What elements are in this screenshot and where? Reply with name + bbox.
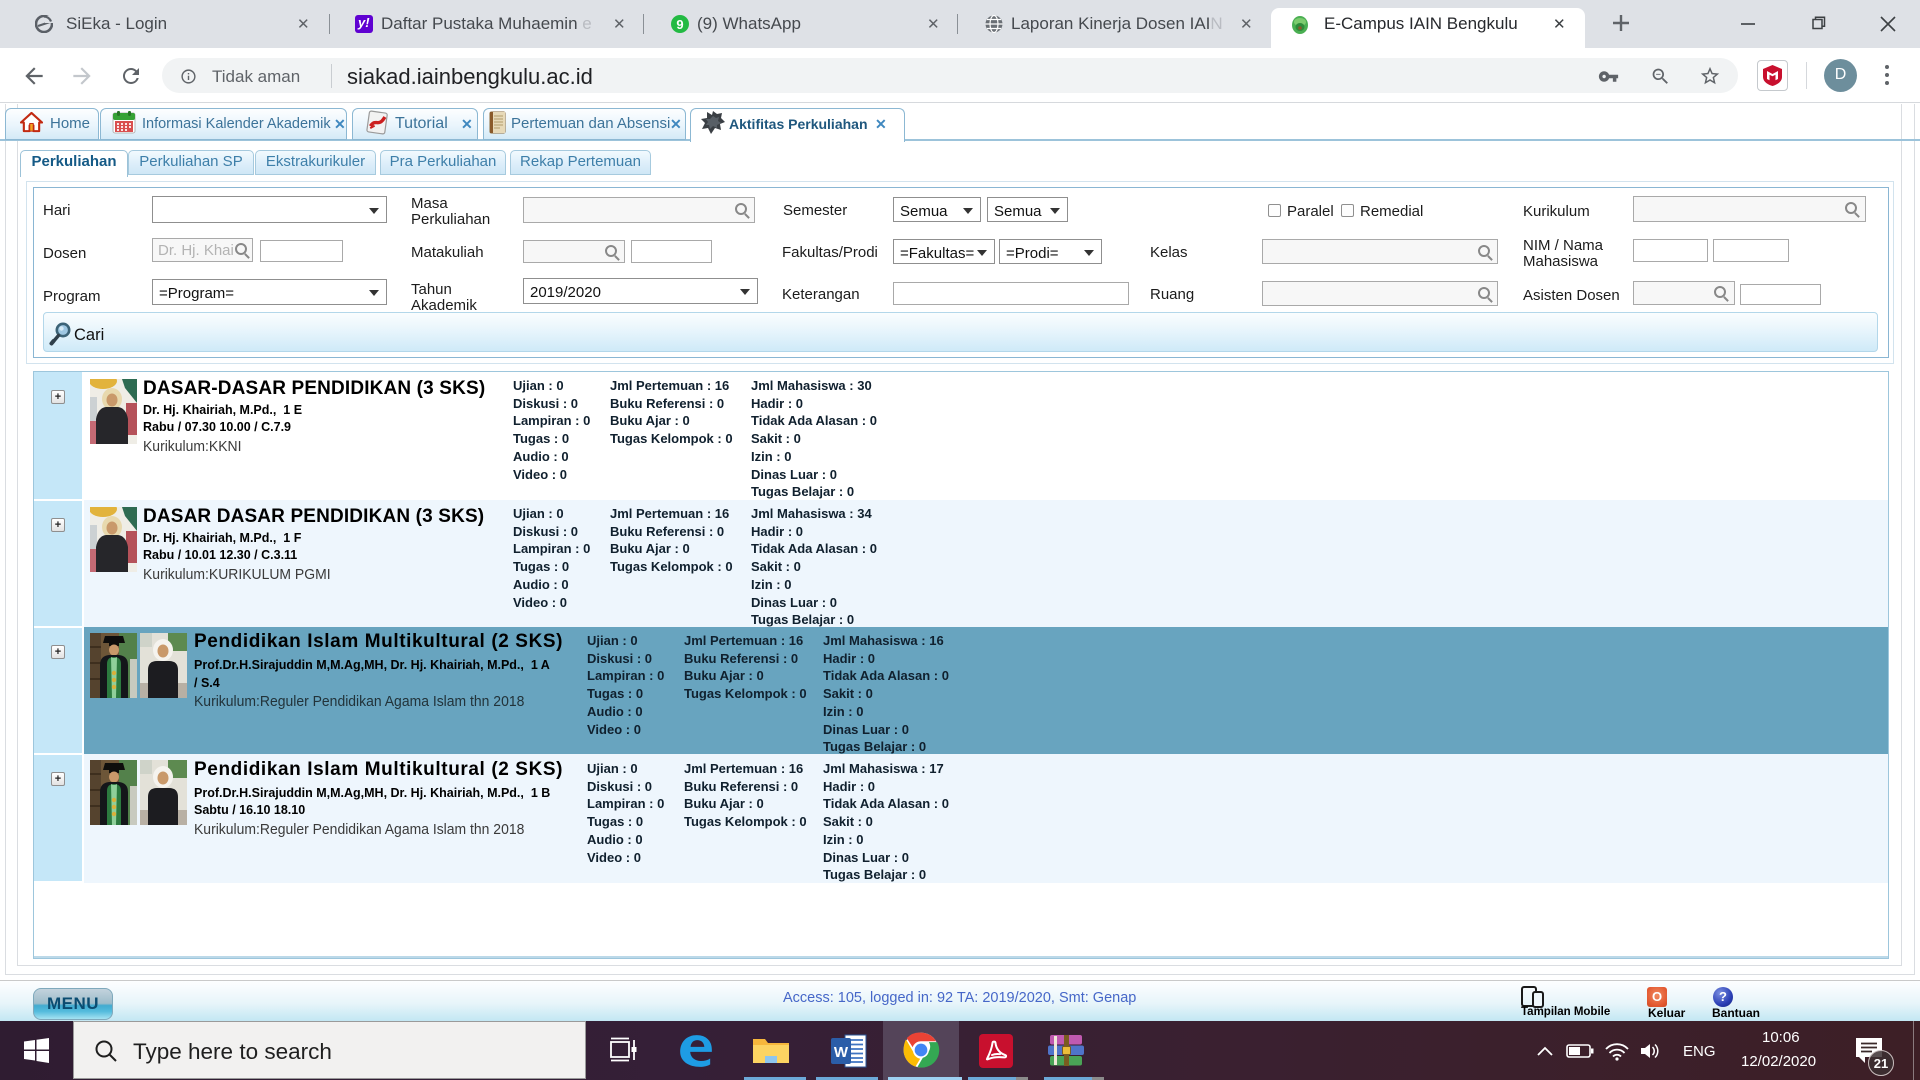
svg-text:W: W (834, 1044, 849, 1061)
